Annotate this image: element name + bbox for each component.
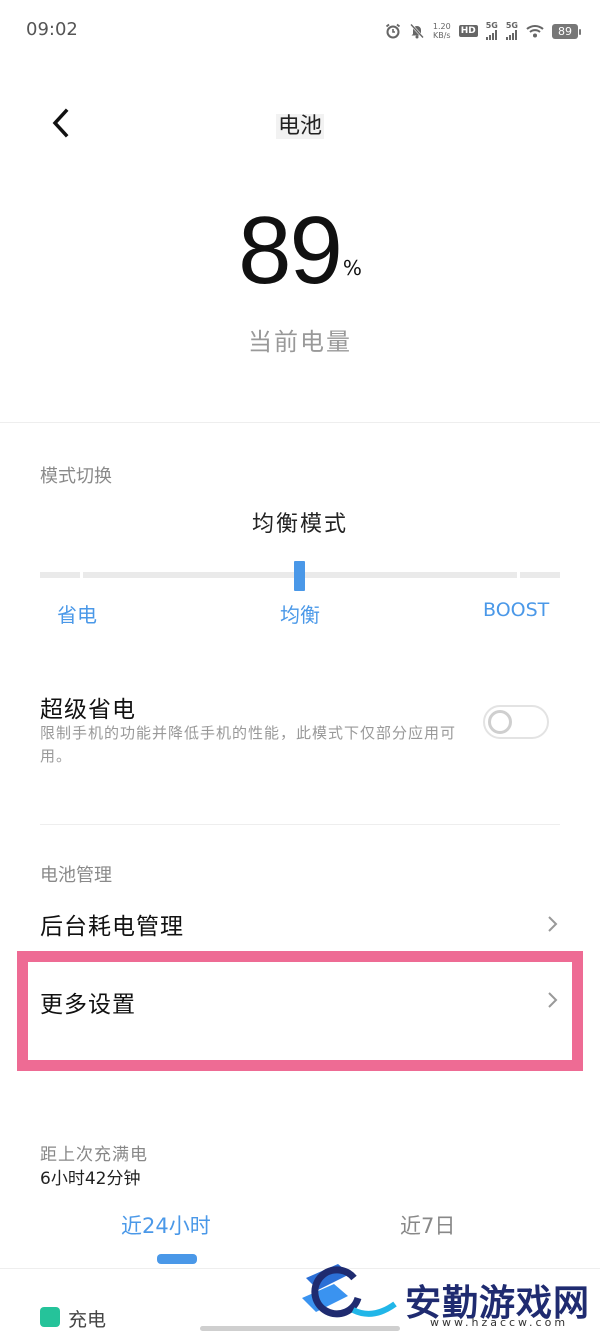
- sim2-network-label: 5G: [505, 21, 518, 30]
- alarm-icon: [385, 23, 401, 39]
- status-time: 09:02: [26, 19, 78, 40]
- sim2-signal-icon: 5G: [505, 21, 518, 40]
- mode-option-balanced[interactable]: 均衡: [280, 599, 320, 628]
- battery-percent-caption: 当前电量: [248, 328, 352, 356]
- sim1-network-label: 5G: [485, 21, 498, 30]
- super-saver-title: 超级省电: [40, 697, 136, 723]
- status-icons: 1.20 KB/s HD 5G 5G 89: [385, 20, 581, 42]
- mode-option-save[interactable]: 省电: [57, 599, 97, 628]
- charging-legend-label: 充电: [68, 1309, 107, 1331]
- background-power-management-label: 后台耗电管理: [40, 914, 184, 940]
- mode-slider-thumb[interactable]: [294, 561, 305, 591]
- net-speed-unit: KB/s: [432, 31, 451, 40]
- battery-percent-display: 89%: [0, 196, 600, 306]
- mute-bell-icon: [409, 23, 425, 39]
- page-title: 电池: [0, 108, 600, 140]
- section-divider: [40, 824, 560, 825]
- slider-segment-gap: [80, 572, 83, 578]
- sim1-signal-icon: 5G: [485, 21, 498, 40]
- hd-voice-icon: HD: [458, 25, 478, 37]
- tab-7-days[interactable]: 近7日: [400, 1210, 455, 1240]
- chevron-right-icon: [546, 914, 560, 934]
- mode-section-label: 模式切换: [40, 466, 112, 487]
- since-full-charge-label: 距上次充满电: [40, 1145, 148, 1165]
- tab-24-hours[interactable]: 近24小时: [121, 1210, 211, 1240]
- battery-percent-sign: %: [342, 256, 362, 280]
- battery-percent-value: 89: [238, 197, 343, 304]
- active-tab-indicator: [157, 1254, 197, 1264]
- battery-management-label: 电池管理: [40, 865, 112, 886]
- mode-current-label: 均衡模式: [251, 512, 348, 537]
- battery-status-icon: 89: [552, 23, 581, 39]
- toggle-knob: [488, 710, 512, 734]
- net-speed-value: 1.20: [432, 22, 451, 31]
- super-saver-description: 限制手机的功能并降低手机的性能，此模式下仅部分应用可用。: [40, 724, 457, 765]
- mode-option-boost[interactable]: BOOST: [483, 599, 549, 621]
- since-full-charge-value: 6小时42分钟: [40, 1169, 141, 1189]
- watermark-url: www.hzaccw.com: [430, 1316, 569, 1329]
- charging-legend-swatch: [40, 1307, 60, 1327]
- super-saver-toggle[interactable]: [483, 705, 549, 739]
- watermark-logo-icon: [302, 1264, 397, 1318]
- page-title-text: 电池: [275, 114, 324, 139]
- highlight-annotation-box: [17, 951, 583, 1071]
- net-speed: 1.20 KB/s: [433, 22, 451, 40]
- wifi-icon: [526, 24, 544, 38]
- slider-segment-gap: [517, 572, 520, 578]
- section-divider: [0, 422, 600, 423]
